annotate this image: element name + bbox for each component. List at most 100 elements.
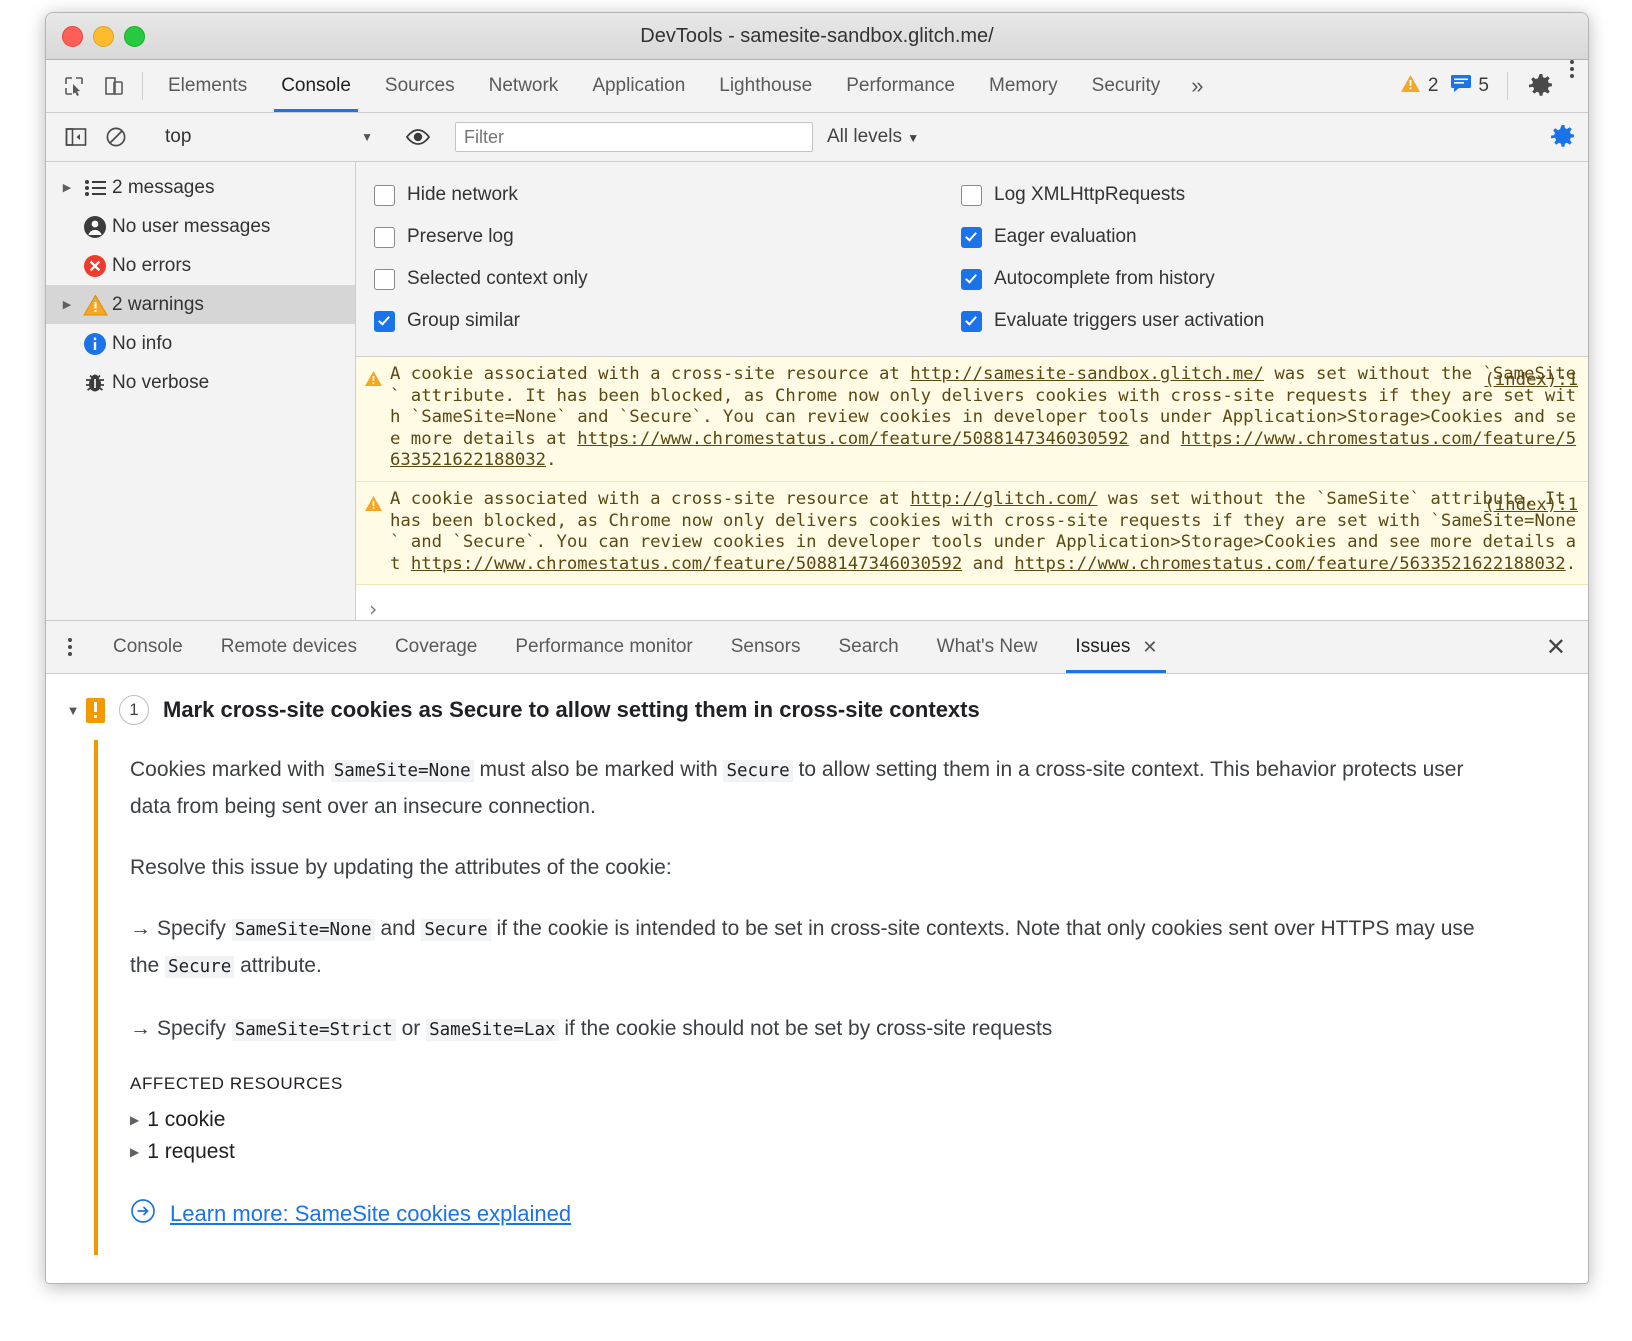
issue-description-paragraph: Cookies marked with SameSite=None must a… (130, 752, 1500, 824)
drawer-more-tools-button[interactable] (46, 621, 94, 673)
setting-label: Group similar (407, 310, 520, 332)
checkbox[interactable] (961, 269, 982, 290)
setting-hide-network[interactable]: Hide network (374, 174, 957, 216)
checkbox[interactable] (961, 185, 982, 206)
checkbox[interactable] (374, 227, 395, 248)
issue-header[interactable]: ▼ 1 Mark cross-site cookies as Secure to… (46, 688, 1588, 732)
checkbox[interactable] (374, 311, 395, 332)
warning-triangle-icon[interactable] (1400, 74, 1421, 99)
sidebar-item-errors[interactable]: No errors (46, 246, 355, 285)
collapse-arrow-icon[interactable]: ▼ (60, 703, 86, 718)
execution-context-selector[interactable]: top ▼ (153, 122, 381, 152)
expand-arrow-icon[interactable]: ▶ (56, 298, 78, 311)
setting-label: Eager evaluation (994, 226, 1137, 248)
sidebar-item-info[interactable]: No info (46, 324, 355, 363)
warning-triangle-icon (78, 294, 112, 316)
text-fragment: attribute. (234, 954, 322, 977)
console-message-link[interactable]: https://www.chromestatus.com/feature/508… (411, 554, 962, 574)
console-message-warning[interactable]: A cookie associated with a cross-site re… (356, 357, 1588, 482)
tab-security[interactable]: Security (1075, 60, 1178, 112)
tab-application[interactable]: Application (575, 60, 702, 112)
tab-performance[interactable]: Performance (829, 60, 972, 112)
drawer-tab-coverage[interactable]: Coverage (376, 621, 496, 673)
setting-group-similar[interactable]: Group similar (374, 300, 957, 342)
more-tabs-button[interactable]: » (1177, 60, 1217, 112)
setting-label: Selected context only (407, 268, 588, 290)
toggle-console-sidebar-button[interactable] (56, 127, 96, 147)
tab-memory[interactable]: Memory (972, 60, 1075, 112)
close-tab-icon[interactable]: ✕ (1142, 637, 1157, 658)
console-prompt[interactable]: › (356, 585, 1588, 620)
inline-code: SameSite=None (331, 760, 474, 782)
clear-console-button[interactable] (96, 126, 136, 148)
inline-code: SameSite=None (232, 919, 375, 941)
console-message-source-link[interactable]: (index):1 (1484, 370, 1578, 390)
sidebar-item-user-messages[interactable]: No user messages (46, 207, 355, 246)
console-message-link[interactable]: https://www.chromestatus.com/feature/508… (577, 429, 1128, 449)
drawer-tab-bar: Console Remote devices Coverage Performa… (46, 621, 1588, 674)
drawer-tab-remote-devices[interactable]: Remote devices (202, 621, 376, 673)
inspect-element-button[interactable] (54, 60, 94, 112)
console-message-fragment: and (1129, 429, 1181, 449)
drawer-tab-console[interactable]: Console (94, 621, 202, 673)
warning-count[interactable]: 2 (1428, 75, 1439, 97)
checkbox[interactable] (961, 311, 982, 332)
drawer-tab-label: Sensors (731, 636, 801, 658)
tab-console[interactable]: Console (264, 60, 368, 112)
setting-selected-context-only[interactable]: Selected context only (374, 258, 957, 300)
log-level-selector[interactable]: All levels ▼ (827, 126, 919, 148)
setting-preserve-log[interactable]: Preserve log (374, 216, 957, 258)
drawer-tab-sensors[interactable]: Sensors (712, 621, 820, 673)
console-settings-button[interactable] (1538, 124, 1588, 150)
console-message-link[interactable]: https://www.chromestatus.com/feature/563… (1014, 554, 1565, 574)
kebab-dot (1570, 74, 1574, 78)
sidebar-item-warnings[interactable]: ▶ 2 warnings (46, 285, 355, 324)
console-message-source-link[interactable]: (index):1 (1484, 495, 1578, 515)
expand-arrow-icon[interactable]: ▶ (56, 181, 78, 194)
tab-lighthouse[interactable]: Lighthouse (702, 60, 829, 112)
issue-warning-icon (86, 698, 105, 723)
sidebar-item-messages[interactable]: ▶ 2 messages (46, 168, 355, 207)
tab-elements[interactable]: Elements (151, 60, 264, 112)
sidebar-item-label: No verbose (112, 372, 209, 394)
clear-console-icon (105, 126, 127, 148)
drawer-tab-search[interactable]: Search (819, 621, 917, 673)
drawer-tab-issues[interactable]: Issues ✕ (1056, 621, 1176, 673)
tab-sources[interactable]: Sources (368, 60, 472, 112)
minimize-window-icon[interactable] (93, 26, 114, 47)
checkbox[interactable] (961, 227, 982, 248)
checkbox[interactable] (374, 269, 395, 290)
setting-log-xmlhttprequests[interactable]: Log XMLHttpRequests (961, 174, 1264, 216)
close-window-icon[interactable] (62, 26, 83, 47)
console-message-link[interactable]: http://glitch.com/ (910, 489, 1097, 509)
console-filter-input[interactable] (455, 122, 813, 152)
setting-eager-evaluation[interactable]: Eager evaluation (961, 216, 1264, 258)
devtools-main-menu-button[interactable] (1566, 60, 1588, 112)
zoom-window-icon[interactable] (124, 26, 145, 47)
issue-count[interactable]: 5 (1478, 75, 1489, 97)
setting-evaluate-triggers-user-activation[interactable]: Evaluate triggers user activation (961, 300, 1264, 342)
gear-icon (1528, 73, 1554, 99)
setting-autocomplete-from-history[interactable]: Autocomplete from history (961, 258, 1264, 300)
affected-resource-request[interactable]: ▶ 1 request (130, 1140, 1588, 1164)
drawer-tab-performance-monitor[interactable]: Performance monitor (496, 621, 711, 673)
message-bubble-icon[interactable] (1451, 74, 1471, 98)
sidebar-item-verbose[interactable]: No verbose (46, 363, 355, 402)
create-live-expression-button[interactable] (398, 127, 438, 147)
drawer-tab-whats-new[interactable]: What's New (918, 621, 1057, 673)
kebab-dot (68, 638, 72, 642)
device-toolbar-button[interactable] (94, 60, 134, 112)
console-message-warning[interactable]: A cookie associated with a cross-site re… (356, 482, 1588, 585)
inline-code: Secure (723, 760, 792, 782)
expand-arrow-icon[interactable]: ▶ (130, 1145, 139, 1159)
expand-arrow-icon[interactable]: ▶ (130, 1113, 139, 1127)
main-tab-bar: Elements Console Sources Network Applica… (46, 60, 1588, 113)
affected-resource-cookie[interactable]: ▶ 1 cookie (130, 1108, 1588, 1132)
devtools-settings-button[interactable] (1516, 60, 1566, 112)
close-drawer-button[interactable]: ✕ (1524, 621, 1588, 673)
checkbox[interactable] (374, 185, 395, 206)
console-message-link[interactable]: http://samesite-sandbox.glitch.me/ (910, 364, 1264, 384)
title-bar: DevTools - samesite-sandbox.glitch.me/ (46, 13, 1588, 60)
learn-more-link[interactable]: Learn more: SameSite cookies explained (130, 1198, 1588, 1229)
tab-network[interactable]: Network (472, 60, 576, 112)
